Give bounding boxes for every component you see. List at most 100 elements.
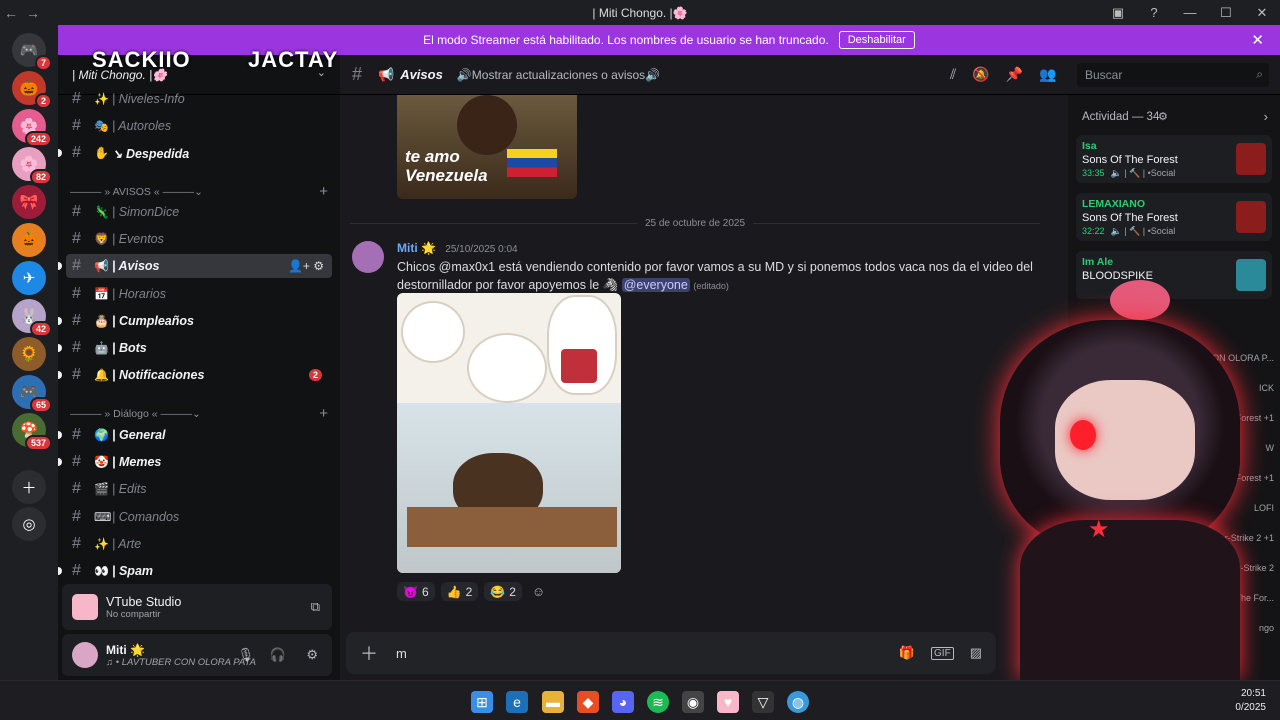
server-icon-server-9[interactable]: 🎮 65 (12, 375, 52, 413)
reaction-button[interactable]: 😈 6 (397, 582, 435, 601)
channel-simondice[interactable]: # 🦎 | SimonDice (66, 200, 332, 224)
screen-share-icon[interactable]: ⧉ (311, 599, 320, 615)
discord-app-icon[interactable]: ◕ (612, 691, 634, 713)
close-icon[interactable]: ✕ (1251, 31, 1264, 49)
author-name[interactable]: Miti 🌟 (397, 241, 436, 255)
server-icon-server-8[interactable]: 🌻 (12, 337, 46, 371)
server-icon-server-7[interactable]: 🐰 42 (12, 299, 52, 337)
edge-browser-icon[interactable]: e (506, 691, 528, 713)
chevron-right-icon[interactable]: › (1264, 109, 1268, 124)
server-icon-server-3[interactable]: 🌸 82 (12, 147, 52, 185)
server-glyph: 🎀 (19, 194, 39, 211)
pin-icon[interactable]: 📌 (1006, 66, 1023, 83)
windows-start-icon[interactable]: ⊞ (471, 691, 493, 713)
chevron-down-icon[interactable]: ⌄ (317, 66, 326, 79)
microphone-icon[interactable]: 🎙 (237, 647, 254, 663)
brave-browser-icon[interactable]: ◆ (577, 691, 599, 713)
app-icon[interactable]: ▽ (752, 691, 774, 713)
channel-bots[interactable]: # 🤖 | Bots (58, 336, 332, 360)
channel-memes[interactable]: # 🤡 | Memes (58, 450, 332, 474)
channel-general[interactable]: # 🌍 | General (58, 423, 332, 447)
gif-icon[interactable]: GIF (931, 646, 954, 660)
server-icon-server-4[interactable]: 🎀 (12, 185, 46, 219)
message-body: Chicos @max0x1 está vendiendo contenido … (397, 258, 1037, 295)
reaction-button[interactable]: 👍 2 (440, 582, 479, 601)
headset-icon[interactable]: 🎧 (270, 647, 286, 663)
reaction-button[interactable]: 😂 2 (484, 582, 522, 601)
activity-card[interactable]: LEMAXIANO Sons Of The Forest 32:22 🔈 | 🔨 | … (1076, 193, 1272, 241)
server-icon-discord-home[interactable]: 🎮 7 (12, 33, 52, 71)
add-channel-icon[interactable]: + (319, 183, 328, 200)
channel-edits[interactable]: # 🎬 | Edits (66, 477, 332, 501)
add-channel-icon[interactable]: + (319, 405, 328, 422)
channel-cumpleaños[interactable]: # 🎂 | Cumpleaños (58, 309, 332, 333)
activity-card[interactable]: Isa Sons Of The Forest 33:35 🔈 | 🔨 | •Socia… (1076, 135, 1272, 183)
add-attachment-icon[interactable]: ＋ (360, 640, 378, 666)
channel-avisos[interactable]: # 📢 | Avisos 👤+ ⚙ (58, 254, 332, 279)
channel-horarios[interactable]: # 📅 | Horarios (66, 282, 332, 306)
channel-autoroles[interactable]: # 🎭 | Autoroles (66, 114, 332, 138)
activity-title: Actividad — 34 (1082, 111, 1160, 123)
system-clock[interactable]: 20:51 0/2025 (1235, 687, 1266, 715)
gift-icon[interactable]: 🎁 (899, 645, 915, 661)
file-explorer-icon[interactable]: ▬ (542, 691, 564, 713)
server-icon-server-2[interactable]: 🌸 242 (12, 109, 52, 147)
server-icon-server-10[interactable]: 🍄 537 (12, 413, 52, 451)
hash-icon: # (72, 284, 81, 302)
threads-icon[interactable]: ⫽ (950, 66, 956, 83)
close-button[interactable]: ✕ (1244, 5, 1280, 21)
back-arrow-icon[interactable]: ← (0, 5, 22, 21)
inbox-icon[interactable]: ▣ (1100, 5, 1136, 21)
server-glyph: ✈ (22, 270, 36, 287)
member-list-icon[interactable]: 👥 (1039, 66, 1056, 83)
channel-topic[interactable]: 🔊Mostrar actualizaciones o avisos🔊 (457, 68, 660, 82)
search-input[interactable]: Buscar ⌕ (1077, 63, 1269, 87)
channel-settings-icon[interactable]: 👤+ ⚙ (288, 259, 324, 273)
globe-app-icon[interactable]: ◍ (787, 691, 809, 713)
settings-gear-icon[interactable]: ⚙ (1158, 110, 1168, 123)
spotify-icon[interactable]: ≋ (647, 691, 669, 713)
channel-comandos[interactable]: # ⌨ | Comandos (66, 505, 332, 529)
activity-time: 32:22 (1082, 226, 1105, 236)
settings-gear-icon[interactable]: ⚙ (306, 647, 318, 663)
notification-bell-icon[interactable]: 🔕 (972, 66, 989, 83)
minimize-button[interactable]: — (1172, 5, 1208, 21)
channel-label: ↘ Despedida (112, 146, 190, 161)
megaphone-icon: 📢 (378, 66, 395, 82)
channel-spam[interactable]: # 👀 | Spam (58, 559, 332, 583)
obs-icon[interactable]: ◉ (682, 691, 704, 713)
channel-arte[interactable]: # ✨ | Arte (66, 532, 332, 556)
channel-notificaciones[interactable]: # 🔔 | Notificaciones 2 (58, 363, 332, 387)
channel-nivelesinfo[interactable]: # ✨ | Niveles-Info (66, 87, 332, 111)
forward-arrow-icon[interactable]: → (22, 5, 44, 21)
message-input[interactable]: m (396, 646, 407, 661)
server-icon-server-6[interactable]: ✈ (12, 261, 46, 295)
everyone-mention[interactable]: @everyone (621, 278, 690, 292)
server-icon-server-1[interactable]: 🎃 2 (12, 71, 52, 109)
hash-icon: # (72, 90, 81, 107)
category-dialogo[interactable]: ——— » Diálogo « ——— ⌄ + (70, 405, 328, 422)
disable-streamer-button[interactable]: Deshabilitar (838, 31, 915, 49)
add-server-icon[interactable]: ＋ (12, 470, 46, 504)
image-caption: te amo Venezuela (405, 147, 488, 185)
channel-label: | Edits (112, 482, 147, 497)
author-avatar[interactable] (352, 241, 384, 273)
add-reaction-icon[interactable]: ☺ (528, 582, 549, 601)
sticker-icon[interactable]: ▨ (970, 645, 982, 661)
channel-despedida[interactable]: # ✋ ↘ Despedida (58, 141, 332, 165)
activity-card[interactable]: Im Ale BLOODSPIKE (1076, 251, 1272, 299)
attached-image[interactable] (397, 293, 621, 573)
channel-eventos[interactable]: # 🦁 | Eventos (66, 227, 332, 251)
discover-icon[interactable]: ◎ (12, 507, 46, 541)
maximize-button[interactable]: ☐ (1208, 5, 1244, 21)
server-icon-server-5[interactable]: 🎃 (12, 223, 46, 257)
avatar[interactable] (72, 642, 98, 668)
help-icon[interactable]: ? (1136, 5, 1172, 21)
channel-header: # 📢 Avisos 🔊Mostrar actualizaciones o av… (340, 55, 1280, 95)
vtube-studio-app-icon[interactable]: ♥ (717, 691, 739, 713)
unread-indicator (58, 458, 62, 467)
activity-extra: 🔈 | 🔨 | •Social (1110, 226, 1176, 236)
attached-image[interactable]: te amo Venezuela (397, 95, 577, 199)
channel-label: | Autoroles (112, 119, 172, 133)
category-avisos[interactable]: ——— » AVISOS « ——— ⌄ + (70, 183, 328, 200)
